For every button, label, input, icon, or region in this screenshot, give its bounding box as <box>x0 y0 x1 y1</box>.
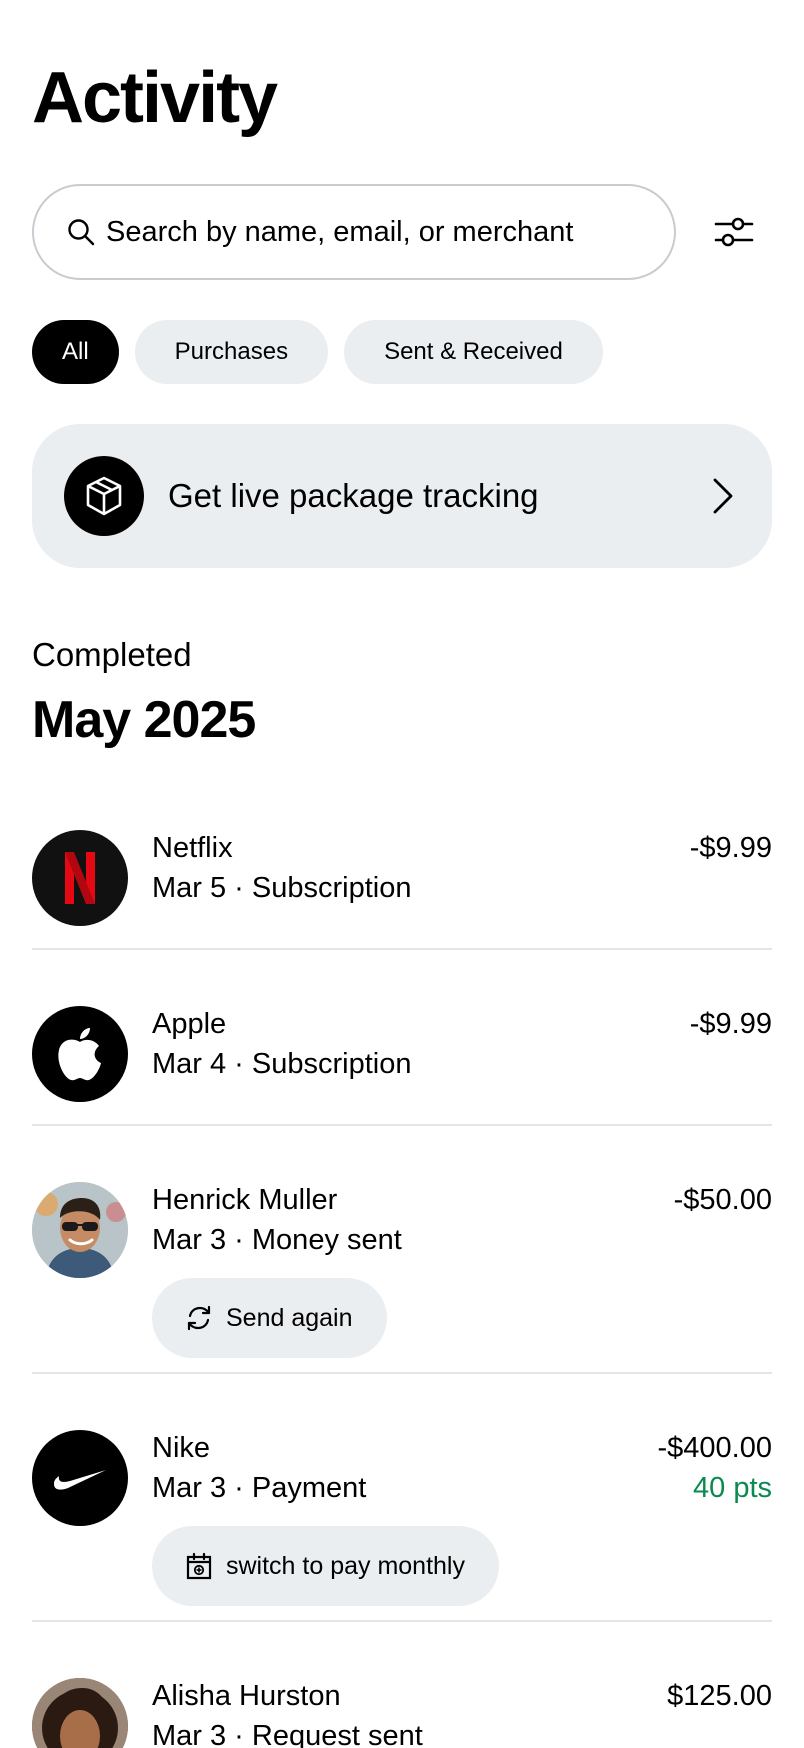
transaction-meta: Mar 4 · Subscription <box>152 1048 412 1080</box>
filter-chips: All Purchases Sent & Received <box>32 320 603 384</box>
package-icon <box>64 456 144 536</box>
transaction-name: Alisha Hurston <box>152 1680 341 1712</box>
section-status: Completed <box>32 636 192 673</box>
transaction-amount: -$50.00 <box>673 1184 772 1216</box>
transaction-name: Henrick Muller <box>152 1184 338 1216</box>
reward-points: 40 pts <box>693 1472 772 1504</box>
sliders-icon <box>714 217 754 247</box>
transaction-row[interactable]: Apple Mar 4 · Subscription -$9.99 <box>32 1006 772 1126</box>
transaction-name: Apple <box>152 1008 227 1040</box>
package-tracking-banner[interactable]: Get live package tracking <box>32 424 772 568</box>
transaction-meta: Mar 3 · Request sent <box>152 1720 423 1748</box>
netflix-logo <box>32 830 128 926</box>
nike-logo <box>32 1430 128 1526</box>
search-input[interactable] <box>106 215 666 249</box>
search-row <box>32 184 772 280</box>
chip-sent-received[interactable]: Sent & Received <box>344 320 603 384</box>
transaction-meta: Mar 5 · Subscription <box>152 872 412 904</box>
chip-purchases[interactable]: Purchases <box>134 320 329 384</box>
filter-button[interactable] <box>700 198 768 266</box>
search-box[interactable] <box>32 184 676 280</box>
chip-all[interactable]: All <box>32 320 119 384</box>
search-icon <box>68 219 95 246</box>
transaction-amount: -$9.99 <box>689 832 772 864</box>
transaction-row[interactable]: Nike Mar 3 · Payment -$400.00 40 pts swi… <box>32 1430 772 1622</box>
calendar-icon <box>186 1552 212 1580</box>
user-avatar <box>32 1678 128 1748</box>
transaction-name: Nike <box>152 1432 211 1464</box>
apple-logo <box>32 1006 128 1102</box>
promo-label: Get live package tracking <box>168 477 539 514</box>
send-again-label: Send again <box>226 1303 353 1332</box>
transaction-amount: $125.00 <box>667 1680 772 1712</box>
transaction-row[interactable]: Alisha Hurston Mar 3 · Request sent $125… <box>32 1678 772 1748</box>
transaction-meta: Mar 3 · Money sent <box>152 1224 402 1256</box>
chevron-right-icon <box>713 478 733 514</box>
page-title: Activity <box>32 58 278 138</box>
user-avatar <box>32 1182 128 1278</box>
pay-monthly-button[interactable]: switch to pay monthly <box>152 1526 499 1606</box>
pay-monthly-label: switch to pay monthly <box>226 1551 465 1580</box>
transaction-amount: -$9.99 <box>689 1008 772 1040</box>
transaction-name: Netflix <box>152 832 233 864</box>
transaction-amount: -$400.00 <box>657 1432 773 1464</box>
send-again-button[interactable]: Send again <box>152 1278 387 1358</box>
transaction-row[interactable]: Henrick Muller Mar 3 · Money sent -$50.0… <box>32 1182 772 1374</box>
transaction-row[interactable]: Netflix Mar 5 · Subscription -$9.99 <box>32 830 772 950</box>
section-month: May 2025 <box>32 691 256 749</box>
transaction-meta: Mar 3 · Payment <box>152 1472 367 1504</box>
refresh-icon <box>187 1305 211 1331</box>
